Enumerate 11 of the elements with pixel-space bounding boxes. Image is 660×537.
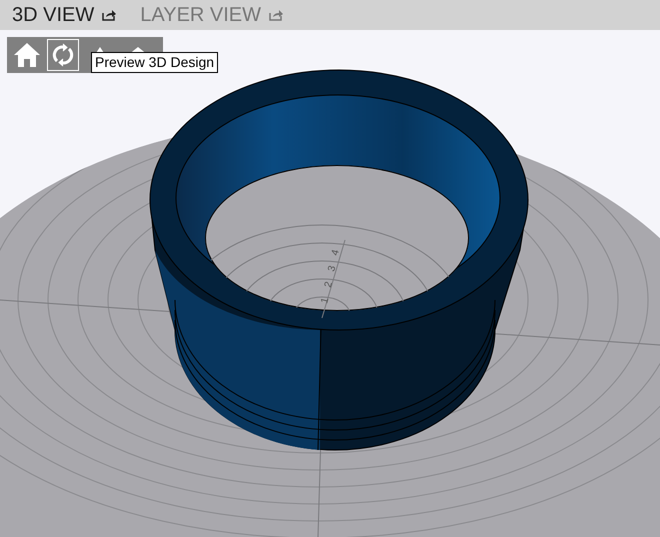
tooltip: Preview 3D Design [91, 52, 218, 73]
scale-label: 4 [330, 248, 342, 257]
scale-label: 1 [319, 296, 332, 305]
toolbar-button[interactable] [47, 39, 79, 71]
refresh-icon [51, 43, 75, 67]
view-tab[interactable]: 3D VIEW [12, 0, 116, 30]
scale-label: 2 [322, 280, 335, 289]
export-icon [269, 9, 284, 21]
scale-label: 3 [326, 264, 338, 273]
home-icon [13, 42, 41, 68]
export-icon [102, 9, 116, 21]
